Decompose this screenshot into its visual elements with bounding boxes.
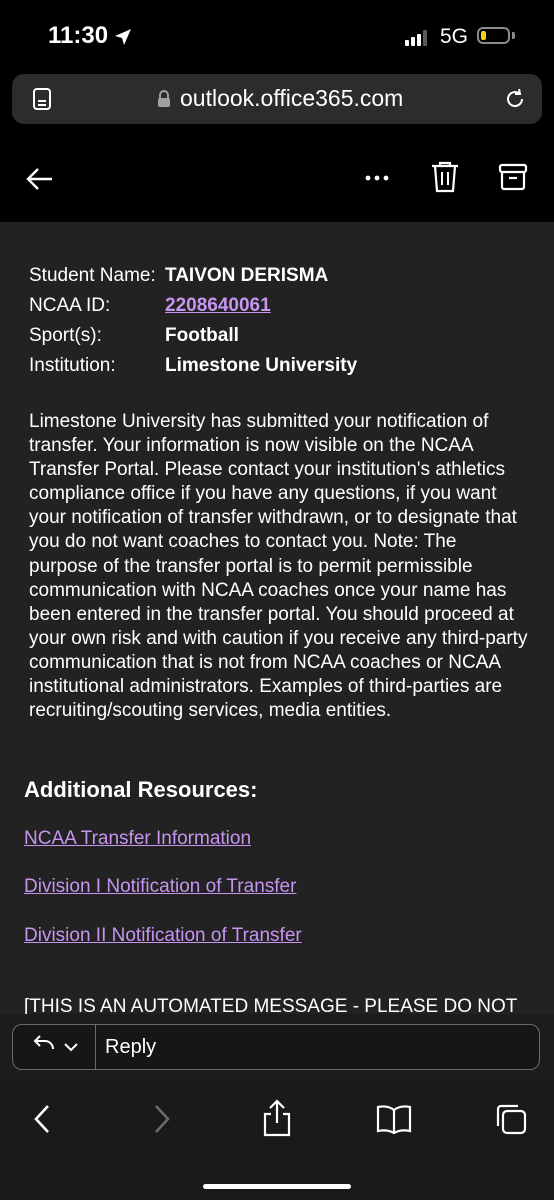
tabs-icon[interactable] (494, 1102, 528, 1136)
additional-resources-heading: Additional Resources: (24, 777, 258, 802)
field-label: Institution: (29, 355, 116, 376)
email-message-text: Limestone University has submitted your … (29, 411, 528, 722)
signal-bars-icon (405, 30, 431, 46)
reply-label[interactable]: Reply (105, 1036, 156, 1059)
share-icon[interactable] (260, 1098, 294, 1138)
email-header-toolbar (0, 130, 554, 222)
status-bar: 11:30 5G (0, 0, 554, 74)
browser-back-icon[interactable] (30, 1102, 54, 1136)
field-value: Limestone University (165, 355, 358, 376)
battery-cap (512, 32, 515, 39)
field-label: Student Name: (29, 265, 156, 286)
division-ii-notification-link[interactable]: Division II Notification of Transfer (24, 925, 302, 947)
archive-icon[interactable] (498, 162, 528, 192)
reply-bar: Reply (0, 1014, 554, 1080)
ncaa-transfer-information-link[interactable]: NCAA Transfer Information (24, 828, 251, 850)
url-text[interactable]: outlook.office365.com (180, 85, 403, 112)
more-icon[interactable] (365, 174, 389, 182)
status-time: 11:30 (48, 22, 109, 49)
reload-icon[interactable] (502, 86, 528, 112)
reader-mode-icon[interactable] (30, 86, 56, 112)
browser-toolbar (0, 1080, 554, 1200)
trash-icon[interactable] (430, 160, 460, 194)
lock-icon (158, 90, 170, 107)
home-indicator[interactable] (203, 1184, 351, 1189)
bookmarks-icon[interactable] (375, 1102, 413, 1136)
back-arrow-icon[interactable] (24, 164, 54, 194)
ncaa-id-link[interactable]: 2208640061 (165, 294, 271, 318)
division-i-notification-link[interactable]: Division I Notification of Transfer (24, 876, 296, 898)
reply-divider (95, 1025, 96, 1069)
field-label: NCAA ID: (29, 295, 111, 316)
location-arrow-icon (115, 29, 131, 45)
network-type: 5G (440, 25, 469, 48)
field-label: Sport(s): (29, 325, 102, 346)
address-bar[interactable]: outlook.office365.com (12, 74, 542, 124)
browser-forward-icon[interactable] (150, 1102, 174, 1136)
reply-button[interactable]: Reply (12, 1024, 540, 1070)
email-body: Student Name: TAIVON DERISMA NCAA ID: 22… (0, 222, 554, 1014)
reply-options-icon[interactable] (31, 1035, 87, 1059)
automated-message-notice: [THIS IS AN AUTOMATED MESSAGE - PLEASE D… (24, 996, 518, 1014)
battery-icon (477, 27, 510, 44)
field-value: Football (165, 325, 239, 346)
field-value: TAIVON DERISMA (165, 265, 329, 286)
